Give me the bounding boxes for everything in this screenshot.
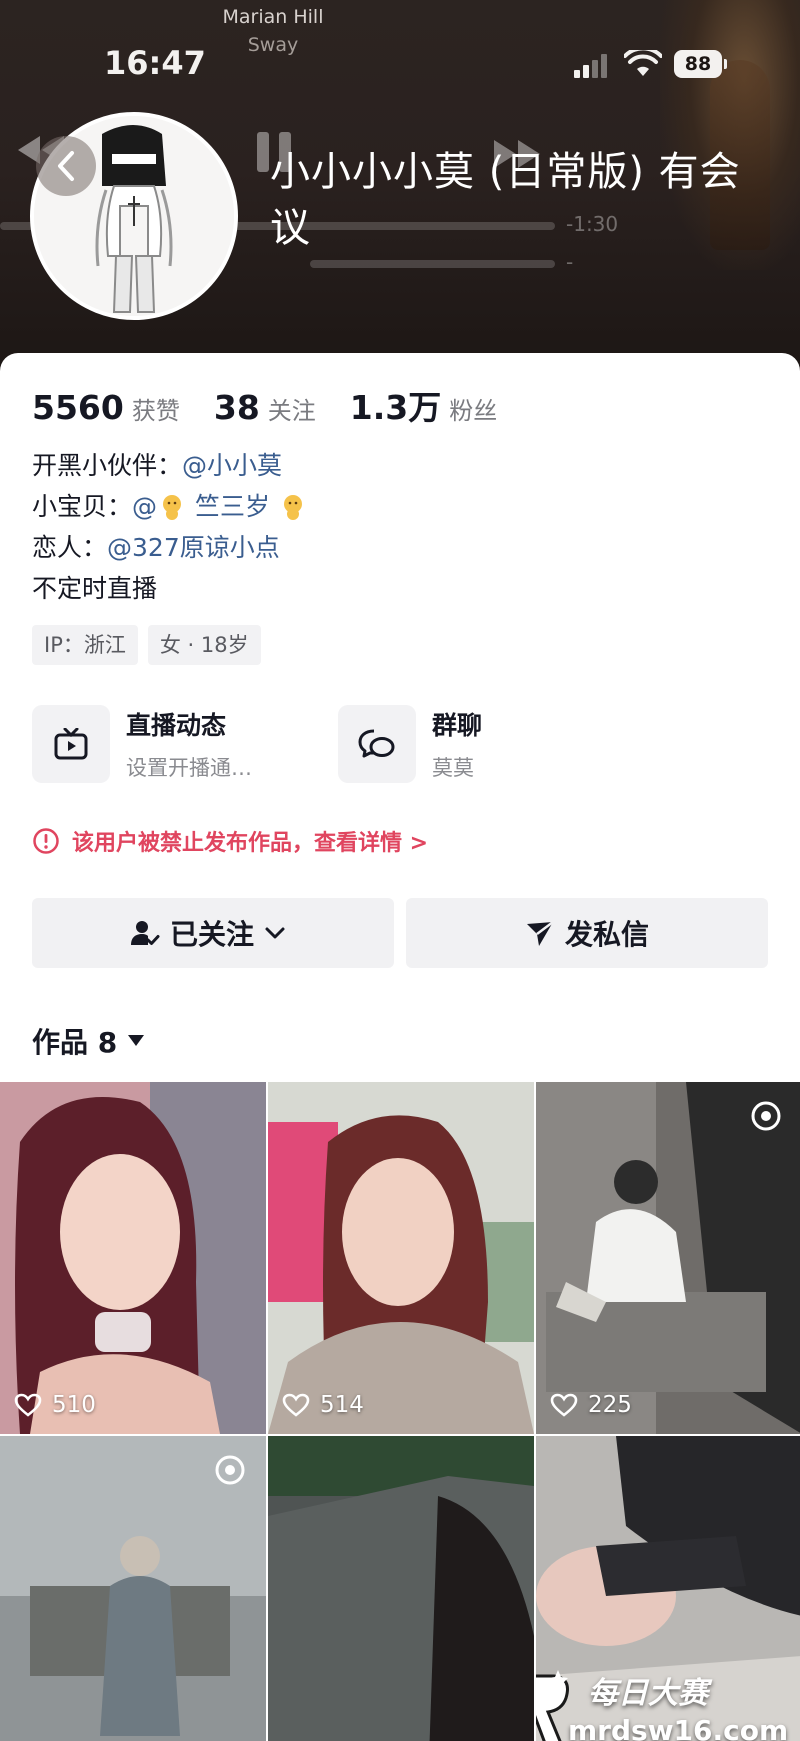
video-thumbnail[interactable]: 每日大赛 mrdsw16.com xyxy=(536,1436,800,1741)
chevron-down-icon xyxy=(265,927,285,939)
bio-line-2-prefix: 小宝贝： xyxy=(32,492,133,521)
group-chat-subtitle: 莫莫 xyxy=(432,756,474,780)
back-button[interactable] xyxy=(36,136,96,196)
caret-down-icon xyxy=(128,1035,145,1046)
video-thumbnail[interactable]: 510 xyxy=(0,1082,266,1434)
chevron-left-icon xyxy=(58,151,74,181)
video-likes-count: 225 xyxy=(588,1392,632,1418)
bio-line-1-prefix: 开黑小伙伴： xyxy=(32,451,183,480)
ip-location-tag: IP：浙江 xyxy=(32,625,138,665)
following-stat[interactable]: 38 关注 xyxy=(214,388,316,427)
send-icon xyxy=(526,921,554,946)
bio-line-1: 开黑小伙伴：@小小莫 xyxy=(32,445,308,486)
video-thumbnail[interactable] xyxy=(0,1436,266,1741)
bio-mention-3[interactable]: @327原谅小点 xyxy=(107,533,280,562)
following-label: 关注 xyxy=(267,397,316,425)
ban-warning-text: 该用户被禁止发布作品，查看详情 > xyxy=(72,831,429,856)
user-check-icon xyxy=(130,921,160,945)
likes-count: 5560 xyxy=(32,388,124,427)
ban-warning-link[interactable]: 该用户被禁止发布作品，查看详情 > xyxy=(32,825,428,857)
followers-stat[interactable]: 1.3万 粉丝 xyxy=(350,381,497,429)
alert-circle-icon xyxy=(33,828,59,854)
bio-line-4: 不定时直播 xyxy=(32,574,158,603)
video-likes: 510 xyxy=(14,1392,96,1418)
baby-emoji-icon xyxy=(283,495,302,520)
heart-icon xyxy=(550,1393,578,1417)
profile-nickname: 小小小小莫 (日常版) 有会议 xyxy=(270,149,741,251)
heart-icon xyxy=(282,1393,310,1417)
wifi-icon xyxy=(624,50,662,76)
likes-stat: 5560 获赞 xyxy=(32,388,180,427)
tv-icon xyxy=(32,705,110,783)
video-cover xyxy=(0,1436,266,1741)
following-button[interactable]: 已关注 xyxy=(32,898,394,968)
send-message-label: 发私信 xyxy=(564,918,649,951)
profile-bio: 开黑小伙伴：@小小莫 小宝贝：@ 竺三岁 恋人：@327原谅小点 不定时直播 xyxy=(32,445,308,609)
baby-emoji-icon xyxy=(163,495,182,520)
video-thumbnail[interactable] xyxy=(268,1436,534,1741)
bio-mention-2-name[interactable]: 竺三岁 xyxy=(187,492,278,521)
followers-label: 粉丝 xyxy=(449,397,498,425)
likes-label: 获赞 xyxy=(131,397,180,425)
profile-stats: 5560 获赞 38 关注 1.3万 粉丝 xyxy=(32,381,531,429)
live-updates-subtitle: 设置开播通… xyxy=(126,756,252,780)
video-cover xyxy=(0,1082,266,1434)
now-playing-artist: Sway xyxy=(247,34,299,56)
gender-age-tag: 女 · 18岁 xyxy=(147,625,261,665)
profile-tags: IP：浙江 女 · 18岁 xyxy=(32,625,271,665)
bio-line-2: 小宝贝：@ 竺三岁 xyxy=(32,486,308,527)
watermark-url: mrdsw16.com xyxy=(568,1714,789,1741)
works-tab[interactable]: 作品 8 xyxy=(32,1021,145,1061)
followers-count: 1.3万 xyxy=(349,388,442,427)
cellular-signal-icon xyxy=(574,54,614,78)
heart-icon xyxy=(14,1393,42,1417)
status-time: 16:47 xyxy=(104,44,206,82)
bio-mention-1[interactable]: @小小莫 xyxy=(182,451,282,480)
send-message-button[interactable]: 发私信 xyxy=(406,898,768,968)
watermark: 每日大赛 mrdsw16.com xyxy=(536,1658,790,1741)
video-cover xyxy=(268,1436,534,1741)
video-thumbnail[interactable]: 514 xyxy=(268,1082,534,1434)
now-playing-title: Marian Hill xyxy=(222,6,324,28)
group-chat-entry[interactable]: 群聊 莫莫 xyxy=(338,705,482,783)
works-label: 作品 8 xyxy=(32,1026,118,1059)
video-thumbnail[interactable]: 225 xyxy=(536,1082,800,1434)
battery-indicator: 88 xyxy=(674,50,727,78)
video-likes: 225 xyxy=(550,1392,632,1418)
bio-line-3-prefix: 恋人： xyxy=(32,533,108,562)
following-count: 38 xyxy=(213,388,260,427)
live-updates-title: 直播动态 xyxy=(126,711,227,740)
video-cover xyxy=(268,1082,534,1434)
bio-mention-2-at[interactable]: @ xyxy=(132,492,157,521)
video-likes-count: 510 xyxy=(52,1392,96,1418)
video-likes: 514 xyxy=(282,1392,364,1418)
profile-header: Marian Hill Sway 16:47 88 -1:30 - 小小小小莫 … xyxy=(0,0,800,380)
bio-line-3: 恋人：@327原谅小点 xyxy=(32,527,308,568)
live-updates-entry[interactable]: 直播动态 设置开播通… xyxy=(32,705,252,783)
group-chat-title: 群聊 xyxy=(432,711,483,740)
profile-screen: Marian Hill Sway 16:47 88 -1:30 - 小小小小莫 … xyxy=(0,0,800,1741)
video-likes-count: 514 xyxy=(320,1392,364,1418)
volume-track xyxy=(310,260,555,268)
video-cover xyxy=(536,1082,800,1434)
chat-bubbles-icon xyxy=(338,705,416,783)
watermark-title: 每日大赛 xyxy=(588,1676,708,1711)
following-button-label: 已关注 xyxy=(169,918,254,951)
